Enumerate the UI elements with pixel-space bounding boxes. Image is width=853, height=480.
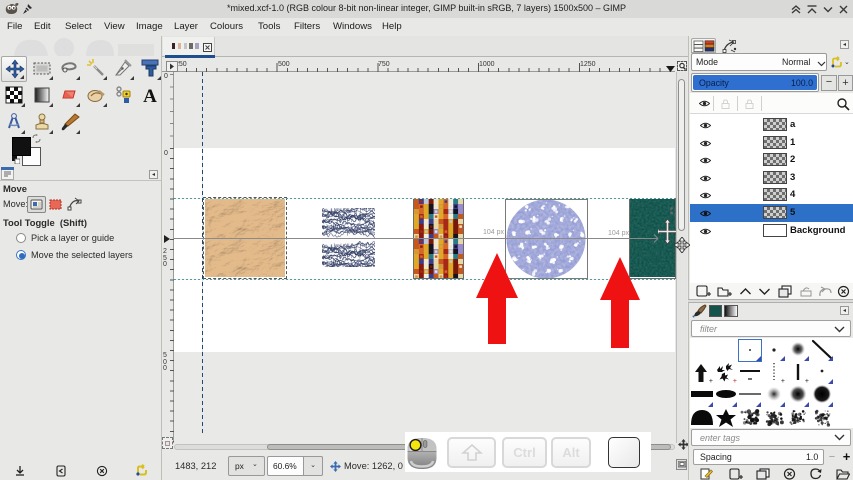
svg-text:A: A bbox=[143, 86, 157, 105]
